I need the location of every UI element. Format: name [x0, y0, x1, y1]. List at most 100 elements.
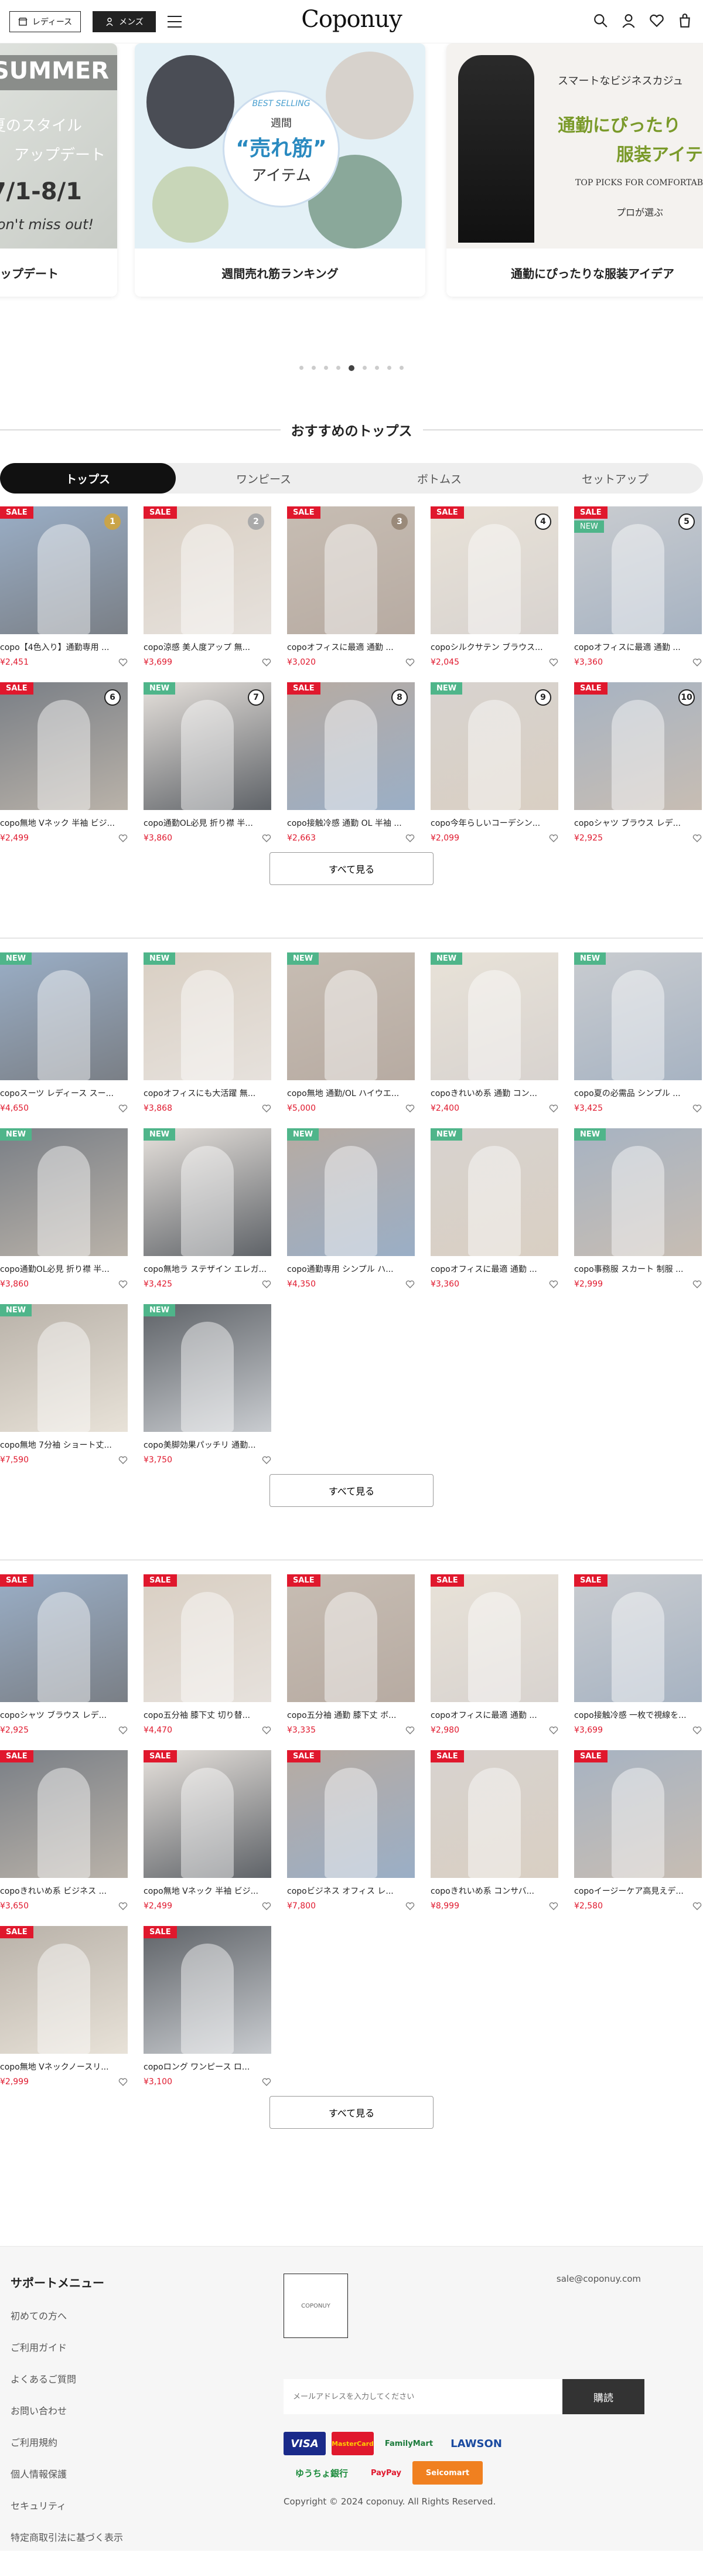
product-card[interactable]: NEW copo夏の必需品 シンプル ... ¥3,425	[574, 952, 702, 1128]
favorite-heart-icon[interactable]	[405, 1726, 415, 1735]
product-name[interactable]: copoオフィスにも大活躍 無...	[144, 1087, 271, 1099]
product-image[interactable]: SALE 10	[574, 682, 702, 810]
product-card[interactable]: NEW copo無地 7分袖 ショート丈... ¥7,590	[0, 1304, 128, 1480]
product-image[interactable]: NEW 9	[431, 682, 558, 810]
product-card[interactable]: SALE 6 copo無地 Vネック 半袖 ビジ... ¥2,499	[0, 682, 128, 858]
favorite-heart-icon[interactable]	[549, 1726, 558, 1735]
favorite-heart-icon[interactable]	[692, 1280, 702, 1289]
product-card[interactable]: SALE copoシャツ ブラウス レデ... ¥2,925	[0, 1574, 128, 1750]
product-card[interactable]: NEW copo無地 通勤/OL ハイウエ... ¥5,000	[287, 952, 415, 1128]
site-logo[interactable]: Coponuy	[301, 6, 402, 33]
favorite-heart-icon[interactable]	[118, 658, 128, 667]
product-name[interactable]: copoロング ワンピース ロ...	[144, 2061, 271, 2073]
favorite-heart-icon[interactable]	[118, 1901, 128, 1911]
product-image[interactable]: SALE 4	[431, 506, 558, 634]
product-card[interactable]: SALE copoオフィスに最適 通勤 ... ¥2,980	[431, 1574, 558, 1750]
carousel-dot[interactable]	[299, 366, 303, 370]
favorite-heart-icon[interactable]	[549, 658, 558, 667]
product-card[interactable]: SALE copo無地 Vネック 半袖 ビジ... ¥2,499	[144, 1750, 271, 1926]
favorite-heart-icon[interactable]	[262, 1280, 271, 1289]
footer-link[interactable]: ご利用ガイド	[11, 2340, 692, 2354]
carousel-dot[interactable]	[375, 366, 379, 370]
footer-link[interactable]: 初めての方へ	[11, 2308, 692, 2322]
product-card[interactable]: SALE copoロング ワンピース ロ... ¥3,100	[144, 1926, 271, 2102]
product-card[interactable]: NEW copo事務服 スカート 制服 ... ¥2,999	[574, 1128, 702, 1304]
favorite-heart-icon[interactable]	[549, 833, 558, 843]
product-name[interactable]: copoイージーケア高見えデ...	[574, 1885, 702, 1897]
favorite-heart-icon[interactable]	[692, 833, 702, 843]
favorite-heart-icon[interactable]	[262, 1901, 271, 1911]
product-image[interactable]: SALE NEW 5	[574, 506, 702, 634]
product-name[interactable]: copoオフィスに最適 通勤 ...	[287, 641, 415, 653]
product-card[interactable]: SALE copoきれいめ系 ビジネス ... ¥3,650	[0, 1750, 128, 1926]
product-image[interactable]: SALE 6	[0, 682, 128, 810]
banner-summer[interactable]: SUMMER 夏のスタイル アップデート 7/1-8/1 Don't miss …	[0, 43, 117, 297]
subscribe-button[interactable]: 購読	[562, 2379, 644, 2414]
carousel-dot[interactable]	[336, 366, 340, 370]
product-image[interactable]: SALE	[144, 1750, 271, 1878]
subscribe-email-input[interactable]	[284, 2379, 562, 2414]
product-card[interactable]: NEW 7 copo通勤OL必見 折り襟 半... ¥3,860	[144, 682, 271, 858]
product-name[interactable]: copo【4色入り】通勤専用 ...	[0, 641, 128, 653]
favorite-heart-icon[interactable]	[118, 1455, 128, 1465]
favorite-heart-icon[interactable]	[262, 1455, 271, 1465]
product-image[interactable]: NEW	[144, 1304, 271, 1432]
favorite-heart-icon[interactable]	[118, 833, 128, 843]
product-card[interactable]: SALE copo無地 Vネックノースリ... ¥2,999	[0, 1926, 128, 2102]
favorite-heart-icon[interactable]	[692, 658, 702, 667]
product-name[interactable]: copoスーツ レディース スー...	[0, 1087, 128, 1099]
product-name[interactable]: copo無地 Vネック 半袖 ビジ...	[0, 817, 128, 829]
product-name[interactable]: copoシャツ ブラウス レデ...	[574, 817, 702, 829]
product-image[interactable]: SALE	[144, 1926, 271, 2054]
carousel-dot[interactable]	[363, 366, 367, 370]
product-image[interactable]: SALE	[0, 1926, 128, 2054]
mens-button[interactable]: メンズ	[93, 11, 156, 32]
carousel-dot[interactable]	[312, 366, 316, 370]
product-name[interactable]: copo美脚効果パッチリ 通勤...	[144, 1439, 271, 1451]
search-icon[interactable]	[593, 13, 608, 28]
product-image[interactable]: SALE	[431, 1574, 558, 1702]
account-icon[interactable]	[621, 13, 636, 28]
carousel-dot-active[interactable]	[349, 365, 354, 371]
favorite-heart-icon[interactable]	[118, 1104, 128, 1113]
product-name[interactable]: copoきれいめ系 通勤 コン...	[431, 1087, 558, 1099]
product-name[interactable]: copo五分袖 膝下丈 切り替...	[144, 1709, 271, 1721]
favorite-heart-icon[interactable]	[549, 1104, 558, 1113]
product-image[interactable]: SALE	[574, 1574, 702, 1702]
favorite-heart-icon[interactable]	[118, 1280, 128, 1289]
see-all-button[interactable]: すべて見る	[269, 2096, 434, 2129]
product-image[interactable]: SALE	[574, 1750, 702, 1878]
product-name[interactable]: copoきれいめ系 コンサバ...	[431, 1885, 558, 1897]
product-name[interactable]: copo無地 Vネックノースリ...	[0, 2061, 128, 2073]
product-card[interactable]: NEW copoオフィスに最適 通勤 ... ¥3,360	[431, 1128, 558, 1304]
product-card[interactable]: SALE copoきれいめ系 コンサバ... ¥8,999	[431, 1750, 558, 1926]
product-image[interactable]: SALE 8	[287, 682, 415, 810]
product-image[interactable]: NEW	[144, 1128, 271, 1256]
favorite-heart-icon[interactable]	[549, 1280, 558, 1289]
product-name[interactable]: copo接触冷感 通勤 OL 半袖 ...	[287, 817, 415, 829]
favorite-heart-icon[interactable]	[405, 658, 415, 667]
product-name[interactable]: copoオフィスに最適 通勤 ...	[431, 1263, 558, 1275]
product-image[interactable]: SALE	[144, 1574, 271, 1702]
product-image[interactable]: SALE	[0, 1750, 128, 1878]
product-image[interactable]: SALE	[0, 1574, 128, 1702]
product-image[interactable]: NEW	[0, 952, 128, 1080]
product-image[interactable]: NEW	[0, 1128, 128, 1256]
product-card[interactable]: NEW copoスーツ レディース スー... ¥4,650	[0, 952, 128, 1128]
cart-icon[interactable]	[677, 13, 692, 28]
favorite-heart-icon[interactable]	[405, 1280, 415, 1289]
product-name[interactable]: copo涼感 美人度アップ 無...	[144, 641, 271, 653]
product-image[interactable]: NEW	[287, 952, 415, 1080]
carousel-dot[interactable]	[324, 366, 328, 370]
product-card[interactable]: SALE 10 copoシャツ ブラウス レデ... ¥2,925	[574, 682, 702, 858]
favorite-heart-icon[interactable]	[262, 658, 271, 667]
product-image[interactable]: NEW 7	[144, 682, 271, 810]
product-card[interactable]: NEW copoオフィスにも大活躍 無... ¥3,868	[144, 952, 271, 1128]
product-card[interactable]: NEW copo通勤OL必見 折り襟 半... ¥3,860	[0, 1128, 128, 1304]
wishlist-icon[interactable]	[649, 13, 664, 28]
product-card[interactable]: NEW copoきれいめ系 通勤 コン... ¥2,400	[431, 952, 558, 1128]
product-image[interactable]: NEW	[431, 1128, 558, 1256]
product-name[interactable]: copo無地 通勤/OL ハイウエ...	[287, 1087, 415, 1099]
footer-link[interactable]: 特定商取引法に基づく表示	[11, 2530, 692, 2544]
product-card[interactable]: SALE copoビジネス オフィス レ... ¥7,800	[287, 1750, 415, 1926]
